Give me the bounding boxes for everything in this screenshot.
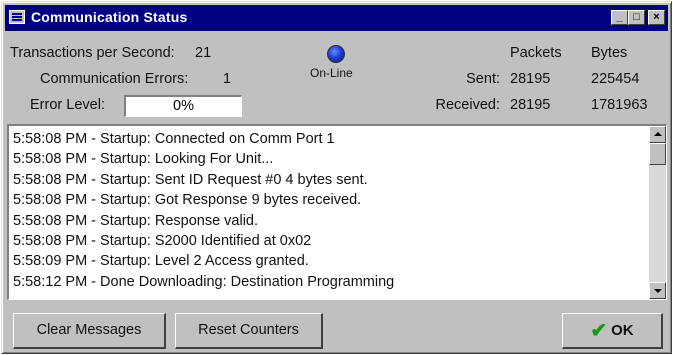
sent-bytes: 225454 (591, 71, 640, 87)
log-line: 5:58:08 PM - Startup: Looking For Unit..… (13, 151, 274, 168)
log-line: 5:58:09 PM - Startup: Level 2 Access gra… (13, 253, 309, 270)
title-bar[interactable]: Communication Status _ □ × (5, 5, 668, 31)
reset-counters-label: Reset Counters (198, 322, 299, 338)
online-indicator-icon (327, 45, 345, 63)
log-line: 5:58:08 PM - Startup: Sent ID Request #0… (13, 171, 368, 188)
tps-value: 21 (195, 45, 212, 61)
tps-label: Transactions per Second: (10, 45, 175, 61)
comm-errors-label: Communication Errors: (40, 71, 189, 87)
log-line: 5:58:08 PM - Startup: S2000 Identified a… (13, 233, 312, 250)
scroll-thumb[interactable] (649, 143, 666, 165)
comm-errors-value: 1 (223, 71, 232, 87)
bytes-header: Bytes (591, 45, 628, 61)
close-button[interactable]: × (648, 10, 665, 25)
log-scrollbar[interactable] (649, 126, 666, 299)
clear-messages-label: Clear Messages (36, 322, 142, 338)
maximize-button[interactable]: □ (628, 10, 645, 25)
scroll-up-button[interactable] (649, 126, 666, 143)
ok-label: OK (611, 322, 634, 339)
scroll-down-button[interactable] (649, 282, 666, 299)
log-line: 5:58:12 PM - Done Downloading: Destinati… (13, 273, 395, 290)
checkmark-icon: ✔ (590, 320, 608, 342)
error-level-label: Error Level: (30, 97, 105, 113)
received-packets: 28195 (510, 97, 551, 113)
window-menu-icon[interactable] (9, 10, 25, 24)
log-lines: 5:58:08 PM - Startup: Connected on Comm … (13, 129, 643, 292)
window-title: Communication Status (31, 9, 188, 25)
log-line: 5:58:08 PM - Startup: Connected on Comm … (13, 131, 335, 147)
packets-header: Packets (510, 45, 562, 61)
error-level-field: 0% (124, 95, 242, 117)
log-line: 5:58:08 PM - Startup: Got Response 9 byt… (13, 192, 362, 209)
reset-counters-button[interactable]: Reset Counters (175, 313, 323, 349)
sent-packets: 28195 (510, 71, 551, 87)
communication-status-window: Communication Status _ □ × Transactions … (1, 1, 672, 354)
online-label: On-Line (310, 66, 353, 80)
log-line: 5:58:08 PM - Startup: Response valid. (13, 212, 259, 229)
clear-messages-button[interactable]: Clear Messages (13, 313, 166, 349)
received-label: Received: (435, 97, 500, 113)
message-log[interactable]: 5:58:08 PM - Startup: Connected on Comm … (7, 124, 667, 300)
received-bytes: 1781963 (591, 97, 648, 113)
sent-label: Sent: (466, 71, 500, 87)
minimize-button[interactable]: _ (611, 10, 628, 25)
ok-button[interactable]: ✔ OK (562, 313, 663, 349)
